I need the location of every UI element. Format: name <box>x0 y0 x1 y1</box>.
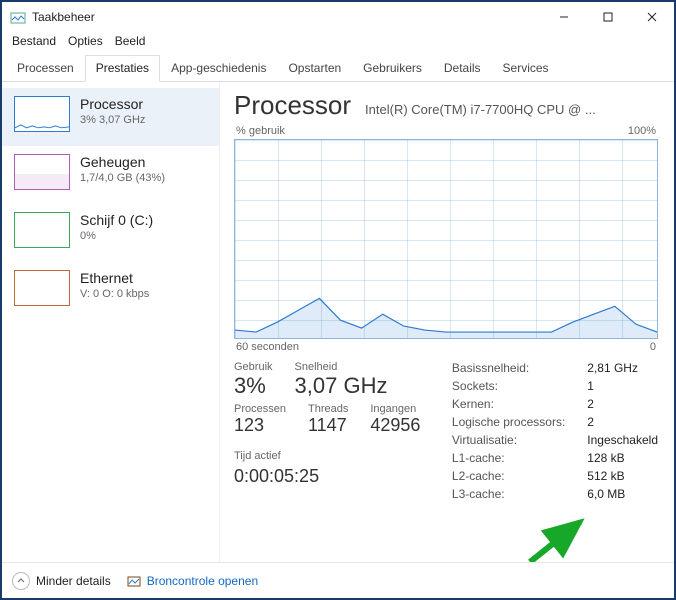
ethernet-thumb-icon <box>14 270 70 306</box>
logical-val: 2 <box>587 415 658 429</box>
sidebar-disk-sub: 0% <box>80 230 153 242</box>
sidebar-cpu-title: Processor <box>80 96 145 112</box>
sockets-key: Sockets: <box>452 379 565 393</box>
minimize-button[interactable] <box>542 2 586 32</box>
l2-val: 512 kB <box>587 469 658 483</box>
l2-key: L2-cache: <box>452 469 565 483</box>
tab-processes[interactable]: Processen <box>6 55 85 82</box>
chart-y-label: % gebruik <box>236 125 285 137</box>
memory-thumb-icon <box>14 154 70 190</box>
resource-monitor-icon <box>127 574 141 588</box>
cpu-usage-chart[interactable] <box>234 139 658 339</box>
detail-pane: Processor Intel(R) Core(TM) i7-7700HQ CP… <box>220 82 674 562</box>
cpu-thumb-icon <box>14 96 70 132</box>
titlebar: Taakbeheer <box>2 2 674 32</box>
logical-key: Logische processors: <box>452 415 565 429</box>
detail-title: Processor <box>234 90 351 121</box>
virt-val: Ingeschakeld <box>587 433 658 447</box>
sidebar-item-memory[interactable]: Geheugen 1,7/4,0 GB (43%) <box>2 146 219 204</box>
open-resource-monitor-link[interactable]: Broncontrole openen <box>127 574 258 588</box>
sidebar: Processor 3% 3,07 GHz Geheugen 1,7/4,0 G… <box>2 82 220 562</box>
handles-label: Ingangen <box>370 403 420 415</box>
tab-services[interactable]: Services <box>492 55 560 82</box>
base-speed-key: Basissnelheid: <box>452 361 565 375</box>
sockets-val: 1 <box>587 379 658 393</box>
sidebar-item-cpu[interactable]: Processor 3% 3,07 GHz <box>2 88 219 146</box>
sidebar-disk-title: Schijf 0 (C:) <box>80 212 153 228</box>
bottom-bar: Minder details Broncontrole openen <box>2 562 674 598</box>
cpu-info-table: Basissnelheid: 2,81 GHz Sockets: 1 Kerne… <box>452 361 658 501</box>
uptime-label: Tijd actief <box>234 450 420 462</box>
chart-x-right: 0 <box>650 341 656 353</box>
sidebar-mem-sub: 1,7/4,0 GB (43%) <box>80 172 165 184</box>
threads-label: Threads <box>308 403 348 415</box>
tab-bar: Processen Prestaties App-geschiedenis Op… <box>2 54 674 82</box>
chart-y-max: 100% <box>628 125 656 137</box>
usage-label: Gebruik <box>234 361 273 373</box>
app-icon <box>10 9 26 25</box>
window-title: Taakbeheer <box>32 10 95 24</box>
menubar: Bestand Opties Beeld <box>2 32 674 54</box>
menu-view[interactable]: Beeld <box>111 32 150 50</box>
usage-value: 3% <box>234 373 273 399</box>
l3-key: L3-cache: <box>452 487 565 501</box>
fewer-details-button[interactable]: Minder details <box>12 572 111 590</box>
sidebar-eth-sub: V: 0 O: 0 kbps <box>80 288 149 300</box>
sidebar-item-ethernet[interactable]: Ethernet V: 0 O: 0 kbps <box>2 262 219 320</box>
processes-label: Processen <box>234 403 286 415</box>
chart-x-left: 60 seconden <box>236 341 299 353</box>
speed-label: Snelheid <box>295 361 388 373</box>
sidebar-item-disk[interactable]: Schijf 0 (C:) 0% <box>2 204 219 262</box>
tab-performance[interactable]: Prestaties <box>85 55 160 82</box>
chevron-up-icon <box>12 572 30 590</box>
sidebar-eth-title: Ethernet <box>80 270 149 286</box>
speed-value: 3,07 GHz <box>295 373 388 399</box>
processes-value: 123 <box>234 415 286 436</box>
menu-file[interactable]: Bestand <box>8 32 60 50</box>
sidebar-mem-title: Geheugen <box>80 154 165 170</box>
resource-monitor-label: Broncontrole openen <box>147 574 258 588</box>
fewer-details-label: Minder details <box>36 574 111 588</box>
l1-key: L1-cache: <box>452 451 565 465</box>
sidebar-cpu-sub: 3% 3,07 GHz <box>80 114 145 126</box>
cpu-model: Intel(R) Core(TM) i7-7700HQ CPU @ ... <box>365 102 658 117</box>
uptime-value: 0:00:05:25 <box>234 466 420 487</box>
tab-startup[interactable]: Opstarten <box>277 55 352 82</box>
tab-users[interactable]: Gebruikers <box>352 55 433 82</box>
cores-key: Kernen: <box>452 397 565 411</box>
l3-val: 6,0 MB <box>587 487 658 501</box>
annotation-arrow-icon <box>520 512 600 562</box>
close-button[interactable] <box>630 2 674 32</box>
disk-thumb-icon <box>14 212 70 248</box>
tab-app-history[interactable]: App-geschiedenis <box>160 55 277 82</box>
virt-key: Virtualisatie: <box>452 433 565 447</box>
base-speed-val: 2,81 GHz <box>587 361 658 375</box>
threads-value: 1147 <box>308 415 348 436</box>
tab-details[interactable]: Details <box>433 55 492 82</box>
maximize-button[interactable] <box>586 2 630 32</box>
cores-val: 2 <box>587 397 658 411</box>
handles-value: 42956 <box>370 415 420 436</box>
l1-val: 128 kB <box>587 451 658 465</box>
menu-options[interactable]: Opties <box>64 32 107 50</box>
